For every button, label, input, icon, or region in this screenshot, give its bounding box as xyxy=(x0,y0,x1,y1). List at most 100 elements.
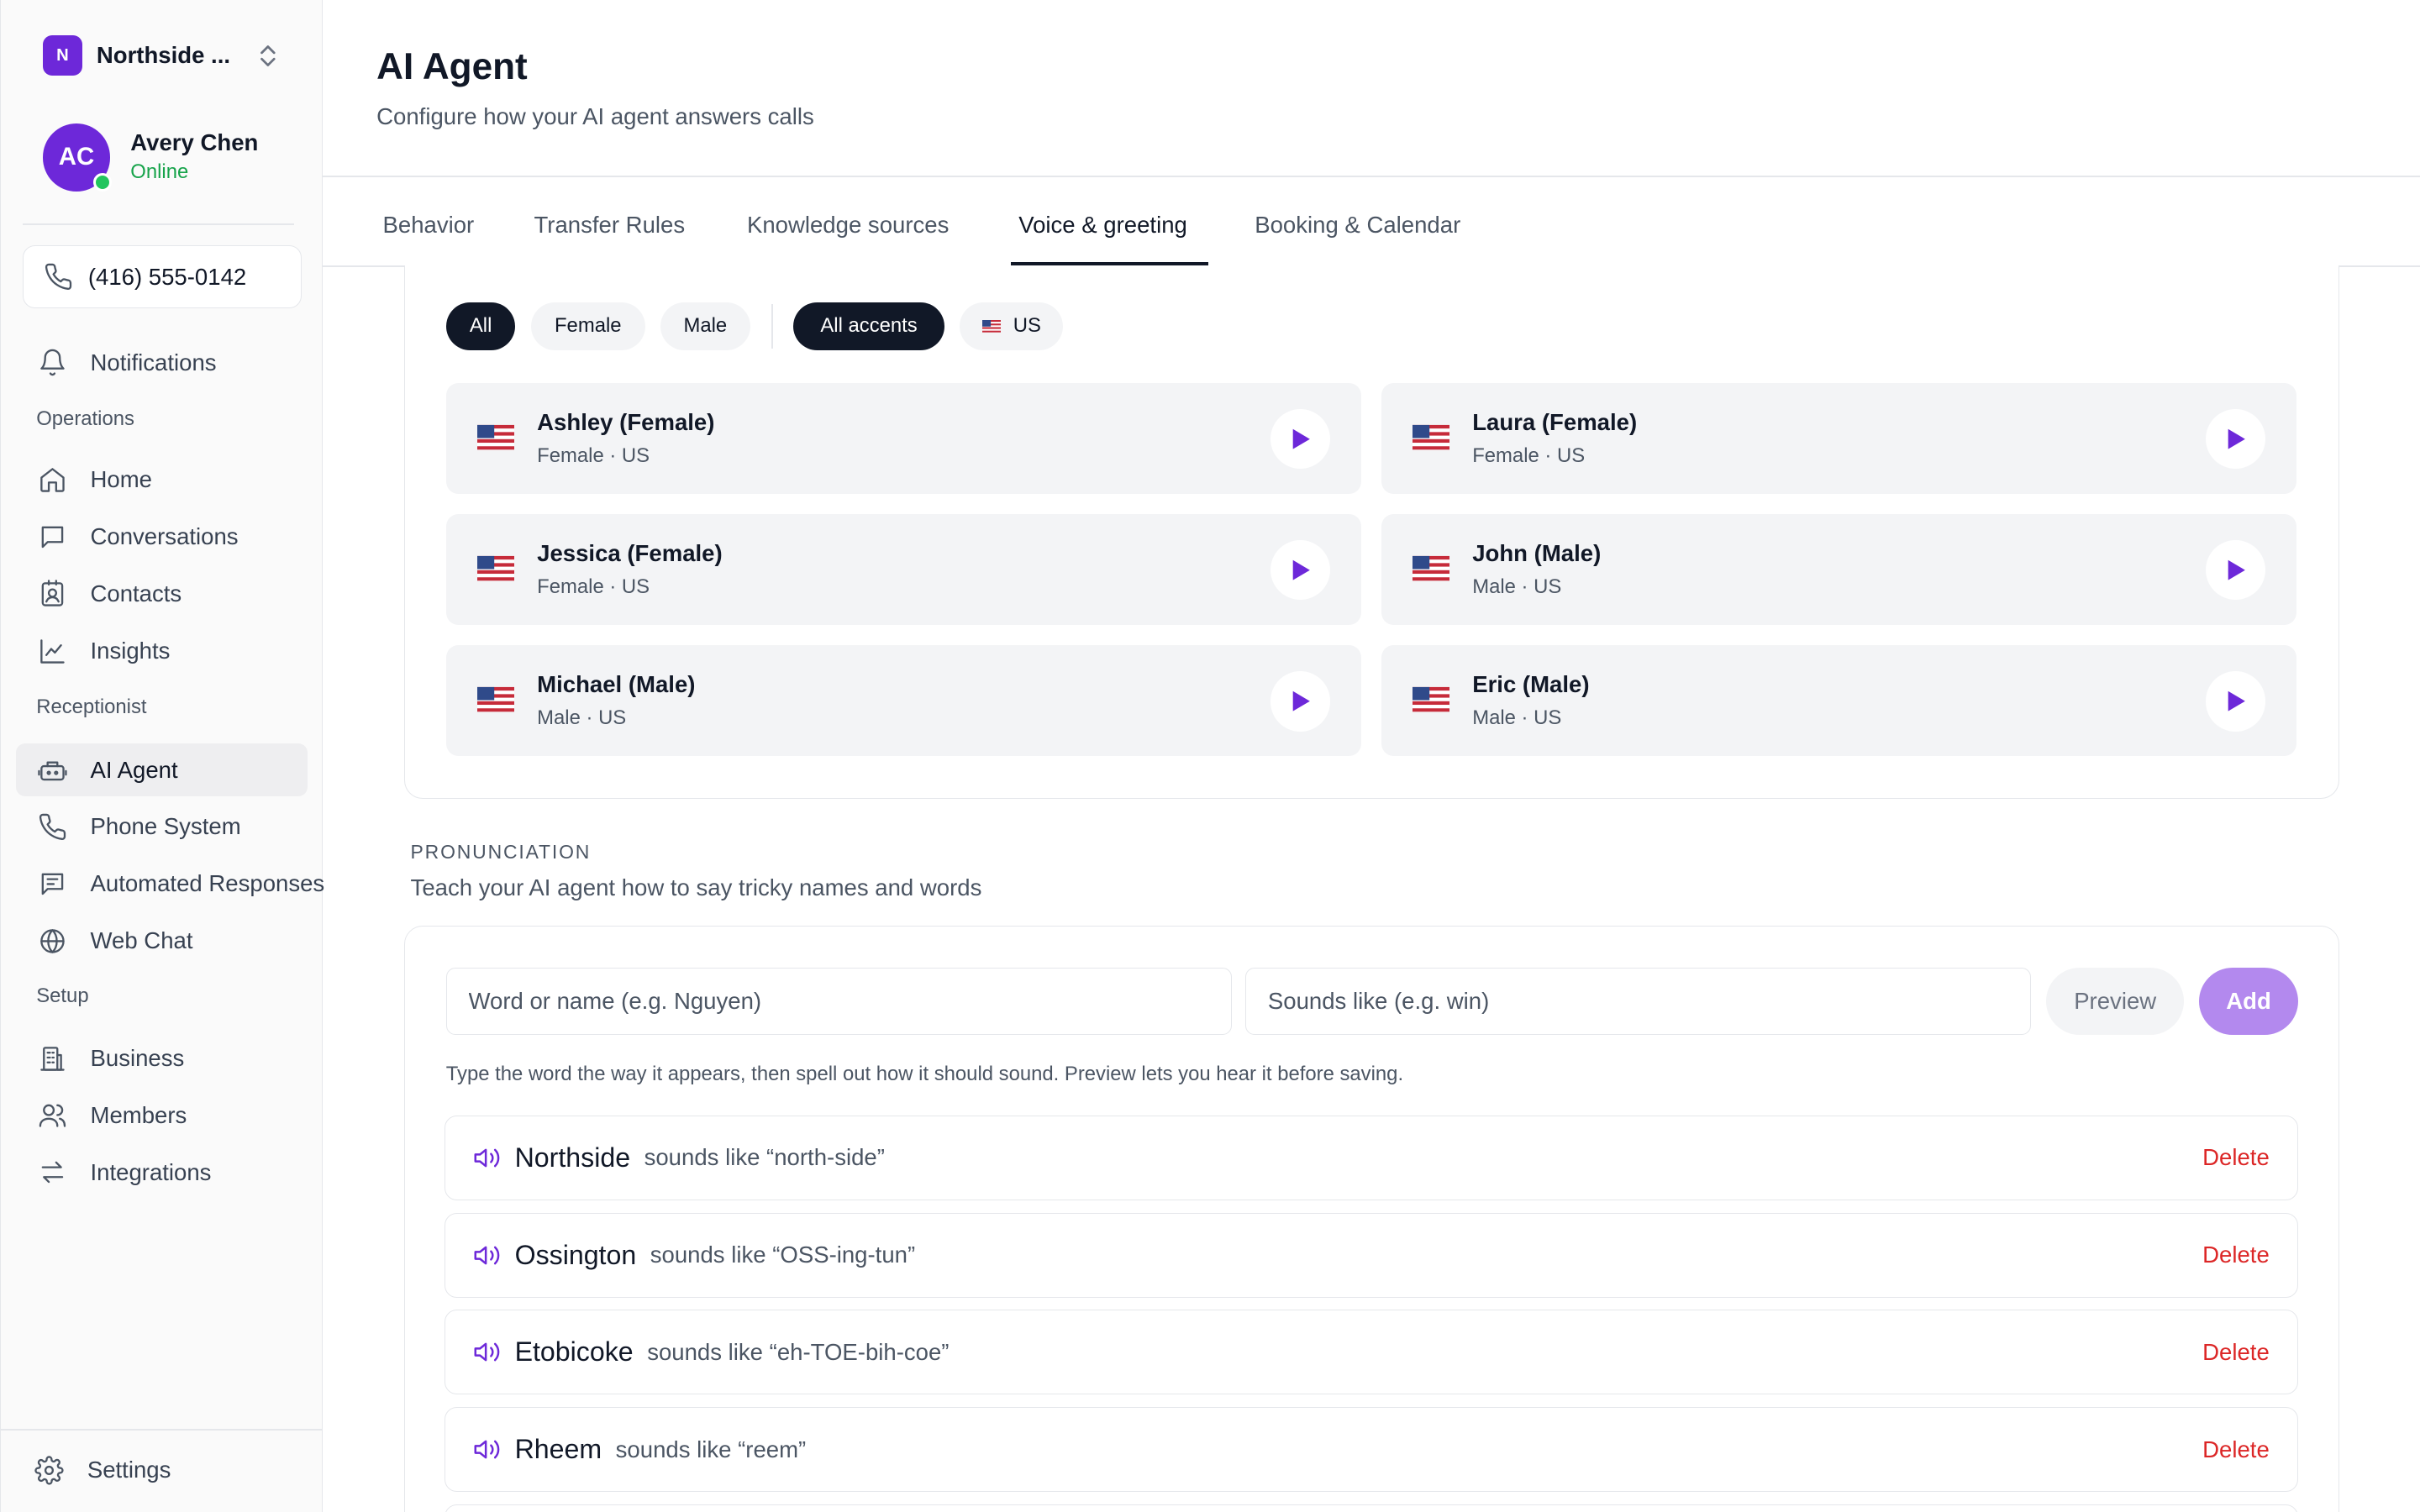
divider xyxy=(1,1428,323,1431)
pronunciation-row: Rheem sounds like “reem” Delete xyxy=(444,1407,2298,1493)
nav-business[interactable]: Business xyxy=(16,1032,308,1084)
voice-card[interactable]: Laura (Female) Female · US xyxy=(1381,382,2296,494)
voice-meta: Male · US xyxy=(537,706,627,730)
delete-button[interactable]: Delete xyxy=(2202,1242,2270,1268)
phone-number-button[interactable]: (416) 555-0142 xyxy=(22,245,302,309)
users-icon xyxy=(38,1100,67,1130)
voice-name: Ashley (Female) xyxy=(537,408,715,435)
play-icon xyxy=(1292,559,1310,580)
voice-card[interactable]: Jessica (Female) Female · US xyxy=(445,513,1361,625)
page-title: AI Agent xyxy=(376,46,528,88)
user-name: Avery Chen xyxy=(130,129,259,156)
nav-contacts[interactable]: Contacts xyxy=(16,568,308,620)
nav-home[interactable]: Home xyxy=(16,454,308,506)
home-icon xyxy=(38,465,67,495)
sounds-like-input[interactable] xyxy=(1245,967,2032,1036)
filter-all-accents[interactable]: All accents xyxy=(793,302,945,350)
nav-phone-system[interactable]: Phone System xyxy=(16,801,308,853)
voice-card[interactable]: John (Male) Male · US xyxy=(1381,513,2296,625)
us-flag-icon xyxy=(476,687,514,712)
online-indicator xyxy=(93,172,113,192)
play-button[interactable] xyxy=(1270,670,1331,732)
nav-label: Business xyxy=(90,1044,185,1071)
nav-label: Phone System xyxy=(90,813,241,840)
nav-label: Contacts xyxy=(90,580,182,607)
nav-label: Settings xyxy=(87,1457,171,1483)
delete-button[interactable]: Delete xyxy=(2202,1436,2270,1463)
preview-button[interactable]: Preview xyxy=(2046,967,2184,1036)
pronunciation-word: Northside xyxy=(514,1142,631,1173)
nav-label: Home xyxy=(90,466,152,493)
contact-card-icon xyxy=(38,579,67,609)
speaker-icon xyxy=(474,1246,500,1265)
play-icon xyxy=(2228,690,2245,711)
nav-label: Web Chat xyxy=(90,927,193,954)
voice-card[interactable]: Eric (Male) Male · US xyxy=(1381,644,2296,756)
delete-button[interactable]: Delete xyxy=(2202,1339,2270,1366)
voice-name: Laura (Female) xyxy=(1472,408,1638,435)
page-subtitle: Configure how your AI agent answers call… xyxy=(376,103,814,130)
voice-meta: Male · US xyxy=(1472,706,1562,730)
us-flag-icon xyxy=(982,320,1002,333)
user-profile[interactable]: AC Avery Chen Online xyxy=(42,122,259,192)
play-button[interactable] xyxy=(2205,670,2266,732)
org-switcher[interactable]: N Northside ... xyxy=(42,35,305,76)
phone-icon xyxy=(44,262,73,291)
play-icon xyxy=(1292,428,1310,449)
voice-card[interactable]: Michael (Male) Male · US xyxy=(445,644,1361,756)
voice-card[interactable]: Ashley (Female) Female · US xyxy=(445,382,1361,494)
play-button[interactable] xyxy=(1270,539,1331,601)
pronunciation-sounds: sounds like “OSS-ing-tun” xyxy=(650,1242,916,1268)
tab-knowledge-sources[interactable]: Knowledge sources xyxy=(747,212,949,239)
nav-insights[interactable]: Insights xyxy=(16,625,308,677)
gear-icon xyxy=(34,1456,64,1485)
tab-voice-greeting[interactable]: Voice & greeting xyxy=(1018,212,1187,239)
pronunciation-row: Ossington sounds like “OSS-ing-tun” Dele… xyxy=(444,1212,2298,1298)
delete-button[interactable]: Delete xyxy=(2202,1144,2270,1171)
nav-integrations[interactable]: Integrations xyxy=(16,1147,308,1199)
message-lines-icon xyxy=(38,869,67,899)
voice-meta: Male · US xyxy=(1472,575,1562,599)
voice-meta: Female · US xyxy=(537,575,650,599)
filter-all[interactable]: All xyxy=(445,302,516,350)
us-flag-icon xyxy=(476,424,514,450)
play-button[interactable] xyxy=(2205,408,2266,470)
us-flag-icon xyxy=(476,556,514,581)
nav-notifications[interactable]: Notifications xyxy=(16,336,308,388)
nav-label: AI Agent xyxy=(90,756,178,783)
nav-automated-responses[interactable]: Automated Responses xyxy=(16,858,324,910)
speaker-icon xyxy=(474,1342,500,1362)
avatar-initials: AC xyxy=(58,143,95,171)
nav-settings[interactable]: Settings xyxy=(13,1444,305,1496)
avatar: AC xyxy=(42,123,113,192)
nav-label: Conversations xyxy=(90,523,239,550)
nav-ai-agent[interactable]: AI Agent xyxy=(16,743,308,796)
play-button[interactable] xyxy=(2205,539,2266,601)
nav-conversations[interactable]: Conversations xyxy=(16,511,308,563)
nav-label: Members xyxy=(90,1101,187,1128)
voice-name: John (Male) xyxy=(1472,539,1602,566)
nav-web-chat[interactable]: Web Chat xyxy=(16,915,308,967)
filter-male[interactable]: Male xyxy=(660,302,750,350)
voice-meta: Female · US xyxy=(1472,444,1586,467)
building-icon xyxy=(38,1044,67,1074)
filter-accent-us[interactable]: US xyxy=(960,302,1064,350)
add-button[interactable]: Add xyxy=(2199,967,2298,1036)
voice-name: Jessica (Female) xyxy=(537,539,723,566)
globe-icon xyxy=(38,927,67,956)
divider xyxy=(322,176,2420,178)
tab-transfer-rules[interactable]: Transfer Rules xyxy=(534,212,685,239)
play-icon xyxy=(2228,559,2245,580)
filter-female[interactable]: Female xyxy=(530,302,645,350)
section-receptionist: Receptionist xyxy=(36,696,147,719)
helper-text: Type the word the way it appears, then s… xyxy=(445,1063,1404,1086)
robot-icon xyxy=(38,755,67,785)
section-subtitle: Teach your AI agent how to say tricky na… xyxy=(410,874,982,901)
word-input[interactable] xyxy=(445,967,1232,1036)
tab-booking-calendar[interactable]: Booking & Calendar xyxy=(1255,212,1460,239)
play-button[interactable] xyxy=(1270,408,1331,470)
nav-label: Integrations xyxy=(90,1158,212,1185)
section-operations: Operations xyxy=(36,407,134,430)
nav-members[interactable]: Members xyxy=(16,1089,308,1142)
tab-behavior[interactable]: Behavior xyxy=(383,212,475,239)
